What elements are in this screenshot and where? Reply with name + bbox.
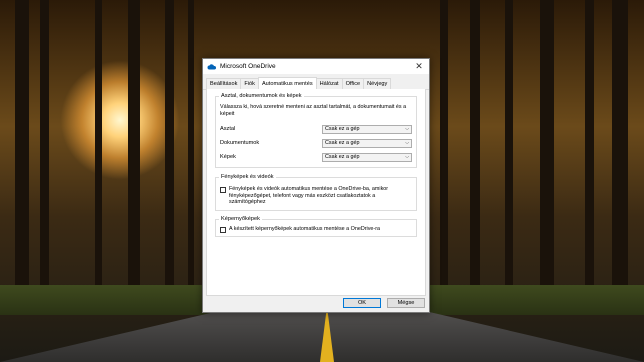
chevron-down-icon: ⌵ bbox=[405, 140, 409, 146]
pictures-dropdown-value: Csak ez a gép bbox=[325, 154, 360, 160]
folders-description: Válassza ki, hová szeretné menteni az as… bbox=[220, 104, 407, 117]
pictures-label: Képek bbox=[220, 154, 236, 160]
tab-account[interactable]: Fiók bbox=[240, 78, 259, 89]
close-icon[interactable]: ✕ bbox=[413, 61, 425, 72]
screenshots-group-title: Képernyőképek bbox=[219, 216, 262, 222]
tab-network[interactable]: Hálózat bbox=[315, 78, 343, 89]
screenshots-checkbox-row: A készített képernyőképek automatikus me… bbox=[220, 226, 412, 233]
ok-button[interactable]: OK bbox=[343, 298, 381, 308]
photos-checkbox-row: Fényképek és videók automatikus mentése … bbox=[220, 186, 412, 206]
screenshots-autosave-checkbox[interactable] bbox=[220, 227, 226, 233]
desktop-row: Asztal Csak ez a gép ⌵ bbox=[220, 124, 412, 134]
photos-autosave-checkbox[interactable] bbox=[220, 187, 226, 193]
screenshots-group: Képernyőképek A készített képernyőképek … bbox=[215, 216, 417, 237]
desktop-dropdown-value: Csak ez a gép bbox=[325, 126, 360, 132]
photos-group-title: Fényképek és videók bbox=[219, 174, 276, 180]
tab-bar: Beállítások Fiók Automatikus mentés Háló… bbox=[203, 74, 429, 90]
folders-group: Asztal, dokumentumok és képek Válassza k… bbox=[215, 93, 417, 168]
dialog-buttons: OK Mégse bbox=[343, 298, 425, 308]
photos-group: Fényképek és videók Fényképek és videók … bbox=[215, 174, 417, 211]
title-bar: Microsoft OneDrive ✕ bbox=[203, 59, 429, 74]
cancel-button[interactable]: Mégse bbox=[387, 298, 425, 308]
folders-group-title: Asztal, dokumentumok és képek bbox=[219, 93, 304, 99]
tab-office[interactable]: Office bbox=[341, 78, 365, 89]
chevron-down-icon: ⌵ bbox=[405, 126, 409, 132]
window-title: Microsoft OneDrive bbox=[220, 63, 276, 70]
documents-row: Dokumentumok Csak ez a gép ⌵ bbox=[220, 138, 412, 148]
onedrive-settings-dialog: Microsoft OneDrive ✕ Beállítások Fiók Au… bbox=[202, 58, 430, 313]
documents-dropdown[interactable]: Csak ez a gép ⌵ bbox=[322, 138, 412, 148]
pictures-row: Képek Csak ez a gép ⌵ bbox=[220, 152, 412, 162]
tab-content-panel: Asztal, dokumentumok és képek Válassza k… bbox=[206, 89, 426, 296]
desktop-dropdown[interactable]: Csak ez a gép ⌵ bbox=[322, 124, 412, 134]
documents-dropdown-value: Csak ez a gép bbox=[325, 140, 360, 146]
tab-settings[interactable]: Beállítások bbox=[206, 78, 242, 89]
photos-checkbox-label: Fényképek és videók automatikus mentése … bbox=[229, 186, 389, 205]
chevron-down-icon: ⌵ bbox=[405, 154, 409, 160]
pictures-dropdown[interactable]: Csak ez a gép ⌵ bbox=[322, 152, 412, 162]
desktop-label: Asztal bbox=[220, 126, 236, 132]
tab-about[interactable]: Névjegy bbox=[363, 78, 392, 89]
documents-label: Dokumentumok bbox=[220, 140, 260, 146]
onedrive-cloud-icon bbox=[207, 63, 217, 69]
screenshots-checkbox-label: A készített képernyőképek automatikus me… bbox=[229, 226, 381, 232]
